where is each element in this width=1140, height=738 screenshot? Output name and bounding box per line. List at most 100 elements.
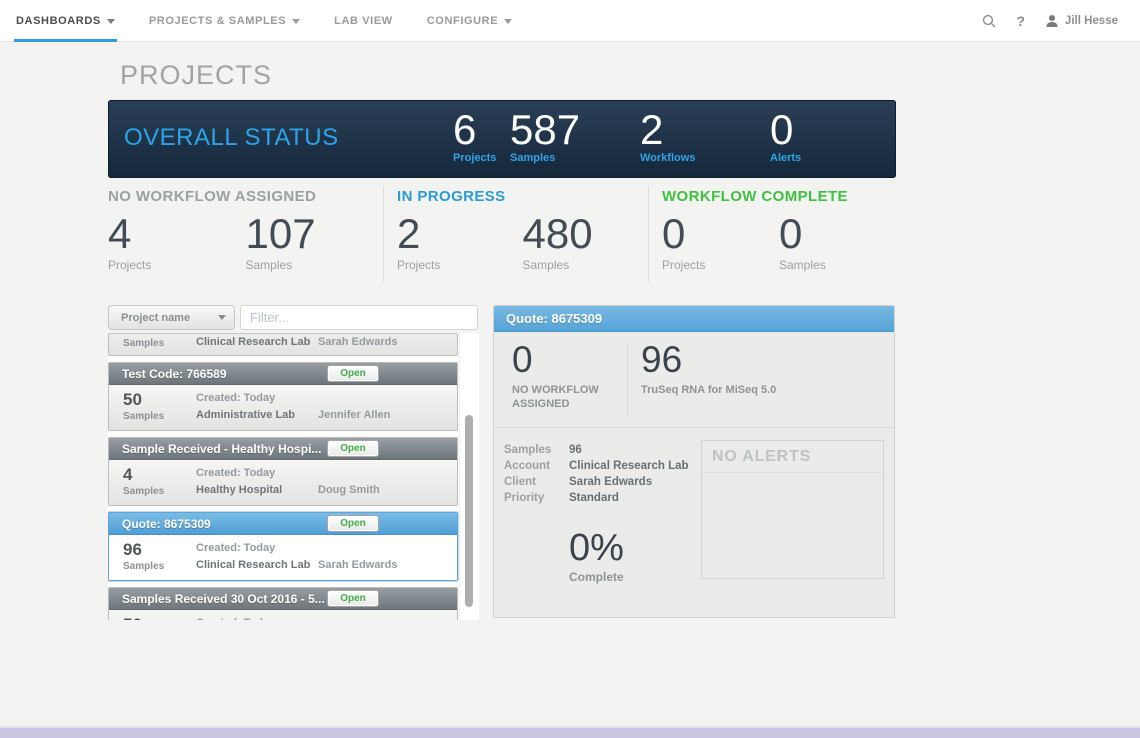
- list-scrollbar-track[interactable]: [459, 333, 479, 620]
- divider: [627, 342, 628, 418]
- project-card-body: 50 Samples Created: Today Administrative…: [109, 385, 457, 430]
- field-account: Account Clinical Research Lab: [504, 459, 689, 474]
- stat-value: 0: [662, 211, 779, 257]
- project-card-header[interactable]: Sample Received - Healthy Hospi... Open: [109, 438, 457, 460]
- field-value: Sarah Edwards: [569, 475, 652, 490]
- detail-stat-no-workflow: 0 NO WORKFLOW ASSIGNED: [512, 340, 620, 411]
- project-card-header[interactable]: Test Code: 766589 Open: [109, 363, 457, 385]
- stat-projects: 0 Projects: [662, 211, 779, 272]
- created-value: Created: Today: [196, 467, 275, 479]
- filter-row: Project name: [108, 305, 478, 331]
- group-workflow-complete: WORKFLOW COMPLETE 0 Projects 0 Samples: [648, 186, 896, 282]
- detail-panel-title: Quote: 8675309: [494, 311, 602, 326]
- overall-alerts-value: 0: [770, 108, 801, 152]
- stat-label: Projects: [108, 258, 246, 272]
- stat-value: 0: [779, 211, 896, 257]
- account-value: Clinical Research Lab: [196, 336, 310, 348]
- stat-projects: 4 Projects: [108, 211, 246, 272]
- stat-value: 480: [523, 211, 649, 257]
- client-value: Jennifer Allen: [318, 409, 390, 421]
- stat-value: 2: [397, 211, 523, 257]
- chevron-down-icon: [218, 315, 226, 320]
- samples-count: 96: [123, 540, 142, 560]
- list-scrollbar-thumb[interactable]: [465, 415, 473, 607]
- field-samples: Samples 96: [504, 443, 689, 458]
- field-label: Priority: [504, 491, 569, 506]
- stat-label: Samples: [246, 258, 384, 272]
- open-button[interactable]: Open: [327, 440, 379, 457]
- project-card[interactable]: Sample Received - Healthy Hospi... Open …: [108, 437, 458, 506]
- overall-projects-label: Projects: [453, 152, 496, 164]
- open-button[interactable]: Open: [327, 515, 379, 532]
- project-card-header[interactable]: Samples Received 30 Oct 2016 - 5... Open: [109, 588, 457, 610]
- search-icon[interactable]: [982, 14, 996, 28]
- account-value: Healthy Hospital: [196, 484, 282, 496]
- detail-panel-header: Quote: 8675309: [494, 306, 894, 332]
- overall-status-label: OVERALL STATUS: [124, 124, 339, 152]
- samples-count: 50: [123, 390, 142, 410]
- overall-stat-projects: 6 Projects: [453, 108, 496, 164]
- stat-label: TruSeq RNA for MiSeq 5.0: [641, 383, 791, 397]
- samples-count: 4: [123, 465, 132, 485]
- samples-label: Samples: [123, 561, 164, 572]
- project-card-body: 4 Samples Created: Today Healthy Hospita…: [109, 460, 457, 505]
- field-client: Client Sarah Edwards: [504, 475, 689, 490]
- client-value: Doug Smith: [318, 484, 380, 496]
- filter-field-dropdown-label: Project name: [109, 312, 218, 324]
- group-heading: NO WORKFLOW ASSIGNED: [108, 188, 383, 205]
- bottom-bar: [0, 728, 1140, 738]
- stat-value: 96: [641, 340, 791, 380]
- samples-label: Samples: [123, 486, 164, 497]
- nav-lab-view[interactable]: LAB VIEW: [332, 0, 395, 42]
- group-heading: IN PROGRESS: [397, 188, 648, 205]
- nav-configure[interactable]: CONFIGURE: [425, 0, 514, 42]
- detail-stat-workflow: 96 TruSeq RNA for MiSeq 5.0: [641, 340, 791, 397]
- help-icon[interactable]: ?: [1016, 13, 1025, 29]
- filter-field-dropdown[interactable]: Project name: [108, 305, 235, 330]
- field-label: Client: [504, 475, 569, 490]
- project-card[interactable]: Test Code: 766589 Open 50 Samples Create…: [108, 362, 458, 431]
- group-in-progress: IN PROGRESS 2 Projects 480 Samples: [383, 186, 648, 282]
- project-card-selected[interactable]: Quote: 8675309 Open 96 Samples Created: …: [108, 512, 458, 581]
- created-value: Created: Today: [196, 542, 275, 554]
- filter-input[interactable]: [240, 305, 478, 330]
- project-list: Samples Clinical Research Lab Sarah Edwa…: [108, 333, 479, 620]
- created-value: Created: Today: [196, 617, 275, 620]
- nav-lab-view-label: LAB VIEW: [334, 15, 393, 27]
- group-heading: WORKFLOW COMPLETE: [662, 188, 896, 205]
- nav-projects-samples[interactable]: PROJECTS & SAMPLES: [147, 0, 302, 42]
- nav-configure-label: CONFIGURE: [427, 15, 498, 27]
- stat-value: 107: [246, 211, 384, 257]
- samples-count: 50: [123, 615, 142, 620]
- field-value: Standard: [569, 491, 619, 506]
- stat-value: 4: [108, 211, 246, 257]
- samples-label: Samples: [123, 338, 164, 349]
- percent-complete-value: 0%: [569, 528, 624, 568]
- created-value: Created: Today: [196, 392, 275, 404]
- chevron-down-icon: [504, 19, 512, 24]
- stat-label: Projects: [397, 258, 523, 272]
- project-card-partial[interactable]: Samples Clinical Research Lab Sarah Edwa…: [108, 333, 458, 356]
- open-button[interactable]: Open: [327, 590, 379, 607]
- overall-stat-alerts: 0 Alerts: [770, 108, 801, 164]
- stat-label: NO WORKFLOW ASSIGNED: [512, 383, 620, 411]
- overall-workflows-label: Workflows: [640, 152, 695, 164]
- client-value: Sarah Edwards: [318, 336, 397, 348]
- overall-alerts-label: Alerts: [770, 152, 801, 164]
- page-title: PROJECTS: [120, 60, 272, 91]
- percent-complete: 0% Complete: [569, 528, 624, 584]
- project-card[interactable]: Samples Received 30 Oct 2016 - 5... Open…: [108, 587, 458, 620]
- open-button[interactable]: Open: [327, 365, 379, 382]
- project-title: Quote: 8675309: [109, 517, 211, 531]
- nav-dashboards[interactable]: DASHBOARDS: [14, 0, 117, 42]
- help-glyph: ?: [1016, 13, 1025, 29]
- nav-dashboards-label: DASHBOARDS: [16, 15, 101, 27]
- account-value: Administrative Lab: [196, 409, 295, 421]
- overall-stat-samples: 587 Samples: [510, 108, 580, 164]
- stat-samples: 0 Samples: [779, 211, 896, 272]
- stat-label: Samples: [523, 258, 649, 272]
- overall-samples-label: Samples: [510, 152, 580, 164]
- project-card-header[interactable]: Quote: 8675309 Open: [109, 513, 457, 535]
- stat-label: Samples: [779, 258, 896, 272]
- user-menu[interactable]: Jill Hesse: [1045, 14, 1118, 28]
